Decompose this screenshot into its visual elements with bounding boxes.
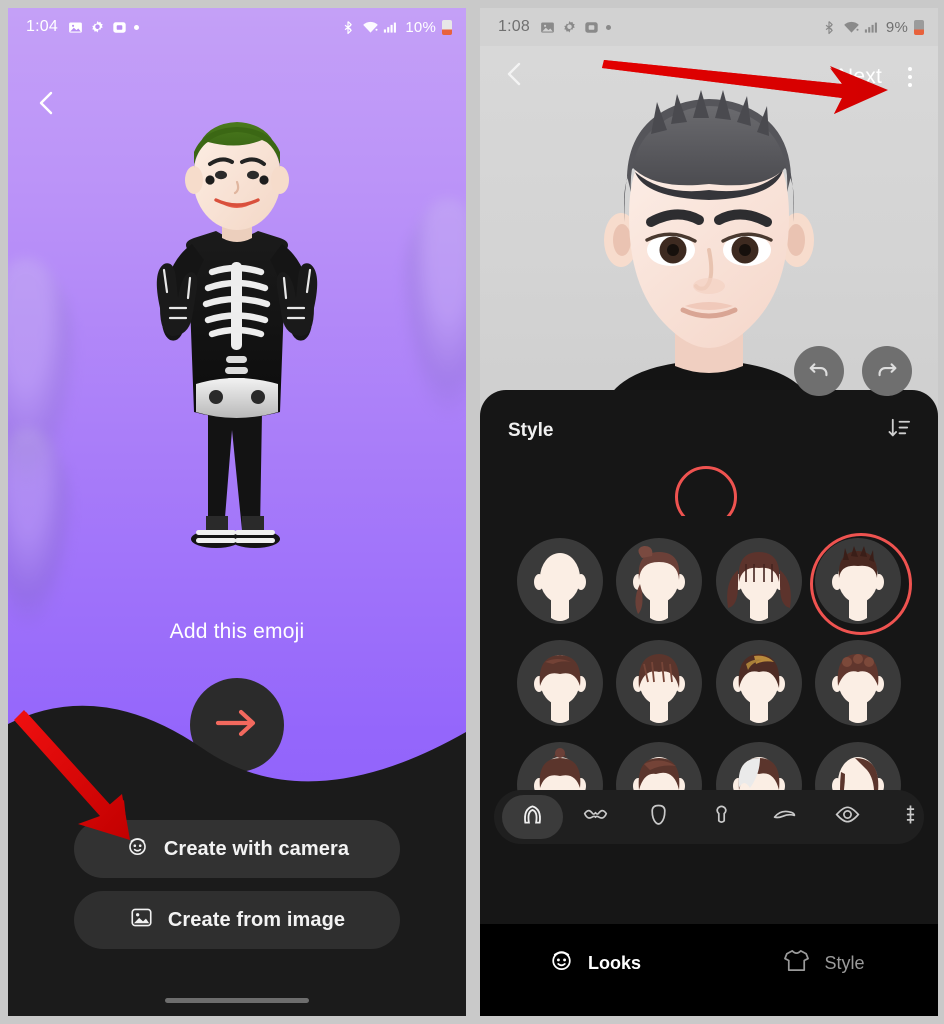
- wifi-icon: [843, 20, 859, 35]
- undo-button[interactable]: [794, 346, 844, 396]
- eyebrow-icon: [771, 801, 798, 833]
- tab-style[interactable]: Style: [709, 940, 938, 986]
- tshirt-icon: [782, 947, 811, 979]
- color-swatch[interactable]: [909, 472, 938, 516]
- color-swatch[interactable]: [567, 472, 611, 516]
- sheet-title: Style: [508, 420, 554, 441]
- signal-icon: [383, 20, 398, 35]
- hairstyle-option-short-spiky-selected[interactable]: [810, 533, 913, 635]
- category-nose[interactable]: [691, 795, 752, 839]
- face-shape-icon: [645, 801, 672, 833]
- hairstyle-option-short-messy[interactable]: [516, 640, 603, 726]
- face-icon: [548, 947, 575, 979]
- wifi-icon: [362, 20, 379, 35]
- category-hair[interactable]: [502, 795, 563, 839]
- redo-button[interactable]: [862, 346, 912, 396]
- status-bar-right: 10%: [341, 19, 452, 36]
- photo-icon: [540, 20, 555, 35]
- mustache-icon: [582, 801, 609, 833]
- home-indicator[interactable]: [165, 998, 309, 1003]
- category-eye[interactable]: [817, 795, 878, 839]
- photo-icon: [68, 20, 83, 35]
- next-button[interactable]: Next: [838, 65, 882, 89]
- style-bottom-sheet: Style: [480, 390, 938, 940]
- dot-indicator-icon: [605, 24, 611, 30]
- left-phone-screen: 1:04 10% Add this emoji Create with came…: [8, 8, 466, 1016]
- category-eyebrow[interactable]: [754, 795, 815, 839]
- gear-icon: [90, 20, 105, 35]
- create-with-camera-button[interactable]: Create with camera: [74, 820, 400, 878]
- background-avatar-decoration: [8, 428, 74, 628]
- bluetooth-icon: [341, 20, 356, 35]
- tab-style-label: Style: [824, 952, 865, 973]
- color-swatch[interactable]: [738, 472, 782, 516]
- nose-icon: [708, 801, 735, 833]
- sheet-header: Style: [480, 390, 938, 446]
- status-time: 1:04: [26, 18, 58, 35]
- right-status-bar: 1:08 9%: [480, 8, 938, 46]
- battery-percent: 9%: [885, 18, 908, 36]
- hairstyle-grid[interactable]: [480, 516, 938, 828]
- face-camera-icon: [125, 834, 150, 865]
- back-button[interactable]: [34, 90, 60, 116]
- color-swatch[interactable]: [852, 472, 896, 516]
- category-more[interactable]: [880, 795, 924, 839]
- color-swatch[interactable]: [624, 472, 668, 516]
- picture-icon: [129, 905, 154, 936]
- hairstyle-option-curly-updo[interactable]: [616, 538, 703, 624]
- bluetooth-icon: [822, 20, 837, 35]
- status-bar-left: 1:08: [498, 18, 611, 36]
- screenshot-icon: [112, 20, 127, 35]
- color-swatch-selected[interactable]: [675, 466, 737, 516]
- right-phone-screen: 1:08 9% Next Style Looks Style: [480, 8, 938, 1016]
- hairstyle-option-short-wavy[interactable]: [815, 640, 902, 726]
- create-from-image-button[interactable]: Create from image: [74, 891, 400, 949]
- eye-icon: [834, 801, 861, 833]
- left-status-bar: 1:04 10%: [8, 8, 466, 46]
- color-swatch-row[interactable]: [480, 446, 938, 516]
- hairstyle-option-short-fringe[interactable]: [616, 640, 703, 726]
- kebab-menu-icon[interactable]: [900, 61, 920, 93]
- battery-percent: 10%: [405, 18, 436, 36]
- hair-icon: [519, 801, 546, 833]
- bottom-tab-bar[interactable]: Looks Style: [480, 924, 938, 1016]
- battery-icon: [442, 19, 452, 35]
- status-time: 1:08: [498, 18, 530, 35]
- hairstyle-option-pigtails[interactable]: [715, 538, 802, 624]
- page-title: Add this emoji: [169, 620, 305, 643]
- sort-icon[interactable]: [887, 416, 912, 446]
- hairstyle-option-highlighted-fringe[interactable]: [715, 640, 802, 726]
- screenshot-stage: 1:04 10% Add this emoji Create with came…: [0, 0, 944, 1024]
- signal-icon: [864, 20, 879, 35]
- undo-icon: [806, 356, 832, 387]
- hairstyle-option-bald[interactable]: [516, 538, 603, 624]
- category-mustache[interactable]: [565, 795, 626, 839]
- battery-icon: [914, 19, 924, 35]
- editor-header: Next: [480, 46, 938, 108]
- status-bar-right: 9%: [822, 19, 924, 36]
- status-bar-left: 1:04: [26, 18, 139, 36]
- avatar-preview: [112, 112, 362, 582]
- more-icon: [897, 801, 924, 833]
- redo-icon: [874, 356, 900, 387]
- dot-indicator-icon: [133, 24, 139, 30]
- create-from-image-label: Create from image: [167, 908, 346, 931]
- back-button[interactable]: [502, 61, 528, 93]
- background-avatar-decoration: [400, 198, 466, 418]
- screenshot-icon: [584, 20, 599, 35]
- color-swatch[interactable]: [795, 472, 839, 516]
- color-swatch[interactable]: [510, 472, 554, 516]
- tab-looks[interactable]: Looks: [480, 940, 709, 986]
- gear-icon: [562, 20, 577, 35]
- feature-category-bar[interactable]: [494, 790, 924, 844]
- create-with-camera-label: Create with camera: [163, 837, 350, 860]
- tab-looks-label: Looks: [587, 952, 641, 973]
- category-face-shape[interactable]: [628, 795, 689, 839]
